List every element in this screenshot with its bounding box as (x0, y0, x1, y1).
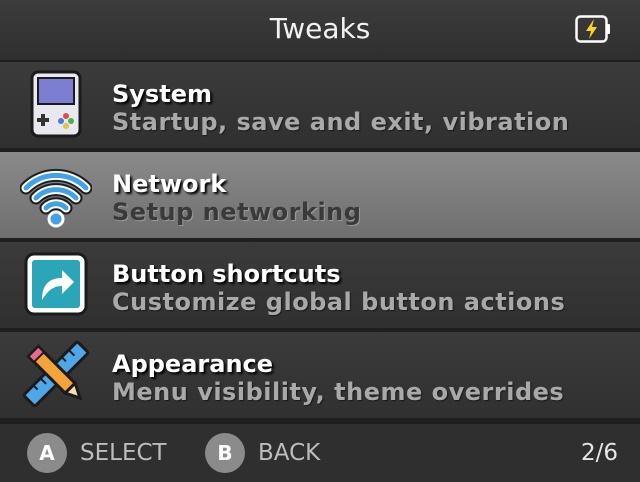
a-button-icon[interactable]: A (27, 433, 67, 473)
menu-item-label: Button shortcuts (112, 260, 341, 288)
menu-item-system[interactable]: System Startup, save and exit, vibration (0, 62, 640, 152)
menu-item-description: Setup networking (112, 198, 362, 226)
bottom-bar: A SELECT B BACK 2/6 (0, 422, 640, 482)
wifi-icon (20, 168, 92, 228)
menu-item-label: System (112, 80, 212, 108)
menu-item-label: Network (112, 170, 227, 198)
handheld-console-icon (30, 70, 82, 138)
menu-item-description: Menu visibility, theme overrides (112, 378, 565, 406)
select-hint: SELECT (80, 440, 167, 466)
page-indicator: 2/6 (580, 440, 618, 466)
menu-item-button-shortcuts[interactable]: Button shortcuts Customize global button… (0, 242, 640, 332)
b-button-icon[interactable]: B (205, 433, 245, 473)
menu-item-network[interactable]: Network Setup networking (0, 152, 640, 242)
battery-charging-icon (575, 15, 610, 43)
page-title: Tweaks (269, 12, 371, 45)
menu-item-appearance[interactable]: Appearance Menu visibility, theme overri… (0, 332, 640, 422)
tweaks-menu: System Startup, save and exit, vibration… (0, 62, 640, 422)
back-hint: BACK (258, 440, 321, 466)
shortcut-arrow-icon (24, 252, 88, 316)
ruler-pencil-icon (22, 340, 90, 408)
menu-item-description: Customize global button actions (112, 288, 566, 316)
menu-item-label: Appearance (112, 350, 274, 378)
top-bar: Tweaks (0, 0, 640, 62)
menu-item-description: Startup, save and exit, vibration (112, 108, 570, 136)
